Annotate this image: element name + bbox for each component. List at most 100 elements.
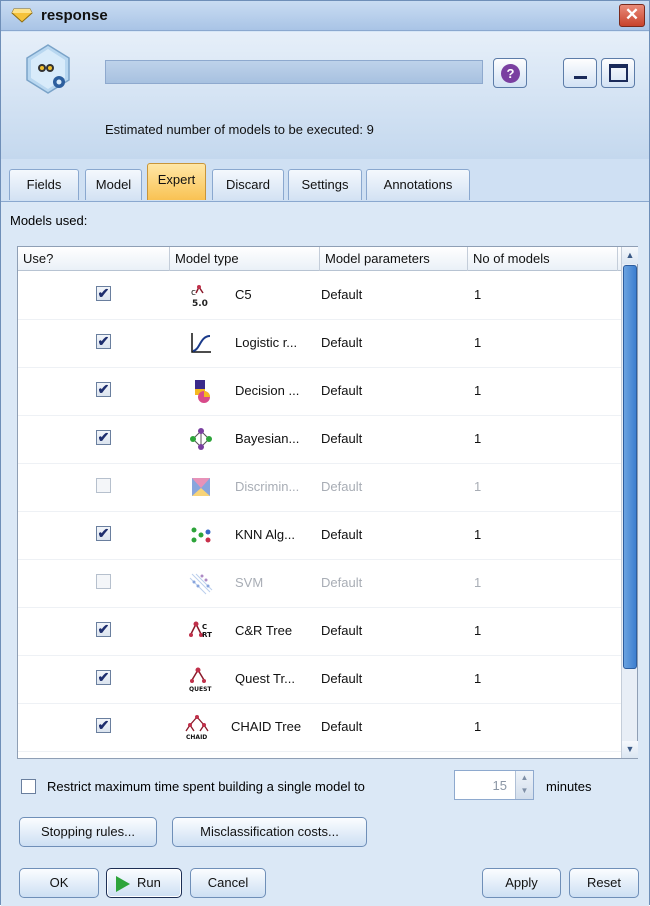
quest-icon: QUEST: [189, 667, 212, 692]
model-parameters-value[interactable]: Default: [321, 671, 362, 686]
table-row[interactable]: ✔ QUEST Quest Tr... Default 1: [18, 656, 621, 704]
use-checkbox[interactable]: ✔: [96, 382, 111, 397]
model-parameters-value[interactable]: Default: [321, 287, 362, 302]
use-checkbox[interactable]: ✔: [96, 622, 111, 637]
spinner-down-icon: ▼: [520, 786, 529, 795]
model-type-label: KNN Alg...: [235, 527, 295, 542]
scroll-thumb[interactable]: [623, 265, 637, 669]
scroll-up-button[interactable]: ▲: [622, 247, 638, 264]
reset-button[interactable]: Reset: [569, 868, 639, 898]
misclassification-costs-button[interactable]: Misclassification costs...: [172, 817, 367, 847]
use-checkbox[interactable]: ✔: [96, 334, 111, 349]
table-row[interactable]: SVM Default 1: [18, 560, 621, 608]
run-button[interactable]: Run: [106, 868, 182, 898]
knn-icon: [191, 527, 211, 543]
use-checkbox[interactable]: ✔: [96, 718, 111, 733]
table-row[interactable]: ✔ KNN Alg... Default 1: [18, 512, 621, 560]
help-button[interactable]: ?: [493, 58, 527, 88]
tab-discard[interactable]: Discard: [212, 169, 284, 200]
ok-button[interactable]: OK: [19, 868, 99, 898]
use-checkbox[interactable]: ✔: [96, 430, 111, 445]
minimize-icon: [574, 76, 587, 79]
apply-label: Apply: [505, 875, 538, 890]
spinner-up-icon: ▲: [520, 773, 529, 782]
use-checkbox[interactable]: [96, 574, 111, 589]
column-no-of-models[interactable]: No of models: [468, 247, 618, 271]
chevron-up-icon: ▲: [625, 250, 635, 260]
svg-text:5.0: 5.0: [192, 299, 208, 308]
expert-panel: Models used: Use? Model type Model param…: [1, 201, 649, 906]
model-type-label: C&R Tree: [235, 623, 293, 638]
model-parameters-value: Default: [321, 575, 363, 590]
model-parameters-value: Default: [321, 479, 363, 494]
column-use[interactable]: Use?: [18, 247, 170, 271]
models-table: Use? Model type Model parameters No of m…: [17, 246, 638, 759]
column-model-type[interactable]: Model type: [170, 247, 320, 271]
logistic-icon: [191, 333, 211, 353]
close-button[interactable]: ✕: [619, 4, 645, 27]
tab-settings[interactable]: Settings: [288, 169, 362, 200]
reset-label: Reset: [587, 875, 621, 890]
bayesian-icon: [190, 428, 212, 450]
cancel-button[interactable]: Cancel: [190, 868, 266, 898]
decision-list-icon: [195, 380, 210, 403]
restrict-time-checkbox[interactable]: [21, 779, 36, 794]
use-checkbox[interactable]: ✔: [96, 526, 111, 541]
model-count: 1: [474, 719, 482, 734]
tab-expert[interactable]: Expert: [147, 163, 206, 200]
model-parameters-value[interactable]: Default: [321, 383, 362, 398]
use-checkbox[interactable]: ✔: [96, 286, 111, 301]
table-row[interactable]: ✔ Decision ... Default 1: [18, 368, 621, 416]
model-type-label: C5: [235, 287, 252, 302]
model-type-label: Decision ...: [235, 383, 300, 398]
table-row[interactable]: ✔ CHAID CHAID Tree Default 1: [18, 704, 621, 752]
column-model-parameters[interactable]: Model parameters: [320, 247, 468, 271]
model-count: 1: [474, 527, 482, 542]
table-header: Use? Model type Model parameters No of m…: [18, 247, 621, 271]
table-row[interactable]: ✔ C RT C&R Tree Default 1: [18, 608, 621, 656]
maximize-icon: [609, 64, 628, 82]
table-row[interactable]: Discrimin... Default 1: [18, 464, 621, 512]
svg-text:CHAID: CHAID: [186, 734, 207, 740]
maximize-button[interactable]: [601, 58, 635, 88]
title-bar[interactable]: response ✕: [1, 1, 649, 31]
model-type-label: CHAID Tree: [231, 719, 302, 734]
tab-strip: Fields Model Expert Discard Settings Ann…: [1, 159, 649, 201]
stopping-rules-button[interactable]: Stopping rules...: [19, 817, 157, 847]
model-parameters-value[interactable]: Default: [321, 623, 362, 638]
use-checkbox[interactable]: ✔: [96, 670, 111, 685]
discriminant-icon: [192, 478, 210, 496]
model-count: 1: [474, 671, 482, 686]
model-parameters-value[interactable]: Default: [321, 719, 362, 734]
use-checkbox[interactable]: [96, 478, 111, 493]
model-type-label: Quest Tr...: [235, 671, 295, 686]
tab-fields[interactable]: Fields: [9, 169, 79, 200]
max-minutes-spinner[interactable]: 15 ▲ ▼: [454, 770, 534, 800]
apply-button[interactable]: Apply: [482, 868, 561, 898]
table-row[interactable]: ✔ c 5.0 C5 Default 1: [18, 272, 621, 320]
table-row[interactable]: ✔ Bayesian... Default 1: [18, 416, 621, 464]
model-parameters-value[interactable]: Default: [321, 431, 362, 446]
minimize-button[interactable]: [563, 58, 597, 88]
spinner-arrows[interactable]: ▲ ▼: [515, 771, 533, 799]
scroll-down-button[interactable]: ▼: [622, 741, 638, 758]
model-type-label: Bayesian...: [235, 431, 300, 446]
model-parameters-value[interactable]: Default: [321, 527, 362, 542]
node-diamond-icon: [11, 8, 33, 23]
auto-classifier-node-icon: [26, 44, 70, 94]
tab-model[interactable]: Model: [85, 169, 142, 200]
model-count: 1: [474, 575, 482, 590]
run-label: Run: [137, 875, 161, 890]
svg-text:c: c: [191, 288, 196, 298]
model-type-label: Logistic r...: [235, 335, 298, 350]
table-row[interactable]: ✔ Logistic r... Default 1: [18, 320, 621, 368]
svg-text:QUEST: QUEST: [189, 686, 212, 692]
model-parameters-value[interactable]: Default: [321, 335, 362, 350]
tab-annotations[interactable]: Annotations: [366, 169, 470, 200]
table-scrollbar[interactable]: ▲ ▼: [621, 247, 638, 758]
node-name-field[interactable]: [105, 60, 483, 84]
svg-text:C: C: [202, 623, 207, 631]
restrict-time-label: Restrict maximum time spent building a s…: [47, 779, 365, 794]
c5-icon: c 5.0: [191, 285, 208, 308]
chaid-icon: CHAID: [185, 715, 209, 740]
